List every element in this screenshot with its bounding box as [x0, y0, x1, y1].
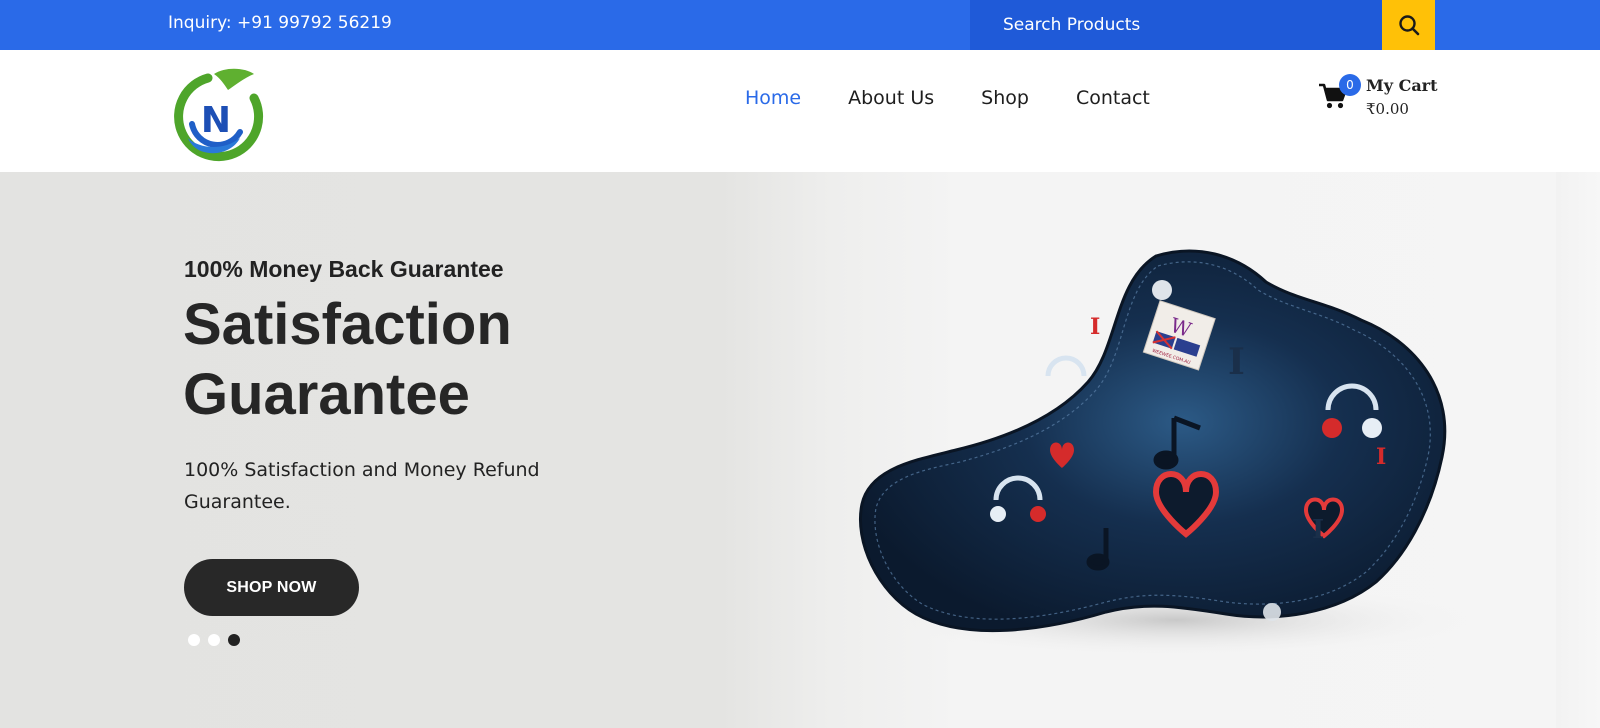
svg-text:I: I — [1312, 515, 1324, 545]
search-input[interactable] — [970, 0, 1382, 50]
slider-dots — [188, 634, 240, 646]
cart-total: ₹0.00 — [1366, 100, 1409, 118]
svg-text:I: I — [1228, 341, 1245, 383]
hero-eyebrow: 100% Money Back Guarantee — [184, 256, 504, 282]
slider-dot-1[interactable] — [188, 634, 200, 646]
search-button[interactable] — [1382, 0, 1435, 50]
svg-text:I: I — [1090, 314, 1100, 340]
logo-letter: N — [201, 100, 231, 141]
search-icon — [1398, 15, 1419, 36]
hero-description: 100% Satisfaction and Money Refund Guara… — [184, 459, 540, 513]
hero-title: Satisfaction Guarantee — [183, 292, 512, 427]
nav-home[interactable]: Home — [745, 82, 801, 114]
nav-contact[interactable]: Contact — [1076, 82, 1150, 114]
slider-dot-3[interactable] — [228, 634, 240, 646]
hero-edge — [1556, 172, 1600, 728]
main-nav: Home About Us Shop Contact — [745, 82, 1197, 114]
top-bar: Inquiry: +91 99792 56219 — [0, 0, 1600, 50]
cart-widget[interactable]: 0 My Cart ₹0.00 — [1318, 74, 1448, 130]
slider-dot-2[interactable] — [208, 634, 220, 646]
site-header: N Home About Us Shop Contact 0 My Cart ₹… — [0, 50, 1600, 172]
cart-count-badge: 0 — [1339, 74, 1361, 96]
hero-slider: 100% Money Back Guarantee Satisfaction G… — [0, 172, 1600, 728]
site-logo[interactable]: N — [168, 68, 264, 168]
nav-shop[interactable]: Shop — [981, 82, 1029, 114]
shop-now-button[interactable]: SHOP NOW — [184, 559, 359, 616]
inquiry-text: Inquiry: +91 99792 56219 — [168, 13, 392, 33]
nav-about-us[interactable]: About Us — [848, 82, 934, 114]
cart-title: My Cart — [1366, 76, 1438, 95]
logo-icon: N — [174, 68, 264, 162]
search-bar — [970, 0, 1435, 50]
svg-text:I: I — [1376, 444, 1386, 470]
product-image: W WEEWEE.COM.AU I I I I — [859, 249, 1476, 658]
